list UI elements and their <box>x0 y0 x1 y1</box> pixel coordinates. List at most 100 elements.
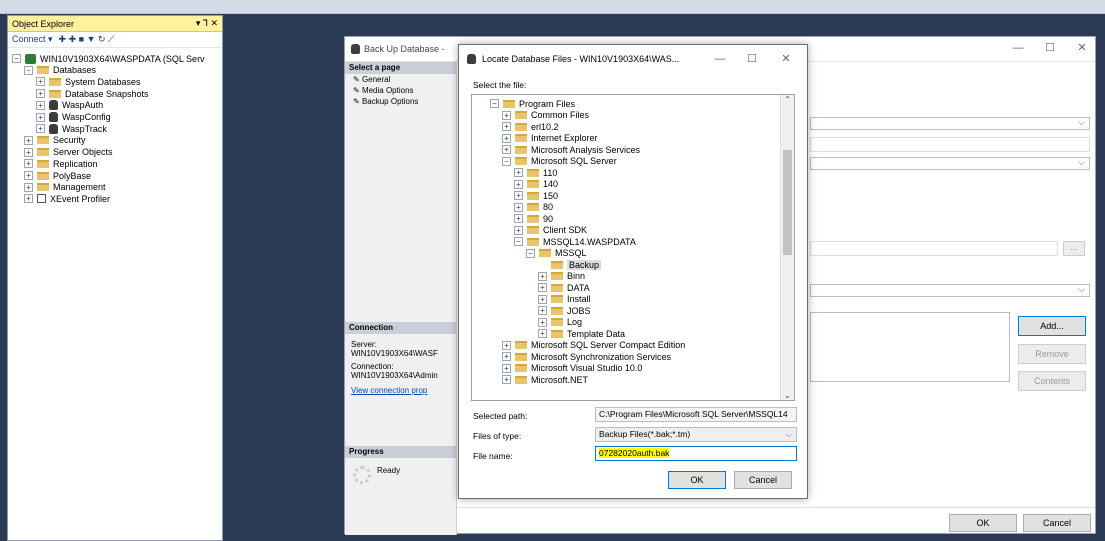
expand-icon[interactable]: + <box>514 202 523 212</box>
expand-icon[interactable]: + <box>502 133 511 143</box>
expand-icon[interactable]: + <box>24 194 33 204</box>
backup-name-field[interactable] <box>810 241 1058 256</box>
files-of-type-select[interactable]: Backup Files(*.bak;*.tm) ⌵ <box>595 427 797 442</box>
locate-ok-button[interactable]: OK <box>668 471 726 489</box>
expand-icon[interactable]: + <box>538 329 547 338</box>
scroll-thumb[interactable] <box>783 150 792 255</box>
expand-icon[interactable]: + <box>538 294 547 304</box>
folder-label: JOBS <box>567 305 591 316</box>
expand-icon[interactable]: + <box>24 159 33 169</box>
expand-icon[interactable]: + <box>502 145 511 154</box>
folder-icon <box>527 214 539 223</box>
minimize-button[interactable]: — <box>1005 37 1031 59</box>
page-media-options[interactable]: ✎ Media Options <box>345 85 456 96</box>
folder-label: Microsoft SQL Server <box>531 156 617 166</box>
scroll-up-icon[interactable]: ⌃ <box>781 95 794 104</box>
expand-icon[interactable]: + <box>24 135 33 145</box>
expand-icon[interactable]: + <box>514 168 523 177</box>
expand-icon[interactable]: + <box>538 283 547 292</box>
browse-button[interactable]: ... <box>1063 241 1085 256</box>
object-explorer-title: Object Explorer <box>12 18 75 29</box>
collapse-icon[interactable]: − <box>502 156 511 166</box>
expand-icon[interactable]: + <box>502 375 511 384</box>
folder-label: MSSQL14.WASPDATA <box>543 236 636 247</box>
expand-icon[interactable]: + <box>36 89 45 99</box>
folder-icon <box>551 283 563 292</box>
tree-node-label: Replication <box>53 158 98 169</box>
collapse-icon[interactable]: − <box>526 248 535 258</box>
panel-pin-close-icons[interactable]: ▾ ⅂ ✕ <box>196 18 218 29</box>
file-tree[interactable]: − Program Files + Common Files + erl10.2 + Inte… <box>471 94 795 401</box>
expand-icon[interactable]: + <box>36 124 45 134</box>
expand-icon[interactable]: + <box>24 171 33 180</box>
connection-info: Server: WIN10V1903X64\WASF Connection: W… <box>351 340 438 395</box>
collapse-icon[interactable]: − <box>24 65 33 75</box>
folder-icon <box>515 145 527 154</box>
expand-icon[interactable]: + <box>514 225 523 235</box>
backup-dropdown-2[interactable] <box>810 157 1090 170</box>
expand-icon[interactable]: + <box>36 77 45 87</box>
backup-dropdown-1[interactable] <box>810 117 1090 130</box>
toolbar-icons[interactable]: ✚ ✚ ■ ▼ ↻ ⟋ <box>59 34 115 45</box>
object-explorer-toolbar: Connect ▾ ✚ ✚ ■ ▼ ↻ ⟋ <box>8 32 222 48</box>
add-button[interactable]: Add... <box>1018 316 1086 336</box>
maximize-button[interactable]: ☐ <box>1037 37 1063 59</box>
page-general[interactable]: ✎ General <box>345 74 456 85</box>
contents-button[interactable]: Contents <box>1018 371 1086 391</box>
connection-label: Connection: <box>351 362 394 371</box>
server-label: Server: <box>351 340 377 349</box>
expand-icon[interactable]: + <box>514 179 523 189</box>
close-button[interactable]: ✕ <box>1069 37 1095 59</box>
locate-close-button[interactable]: ✕ <box>773 48 799 70</box>
expand-icon[interactable]: + <box>538 306 547 315</box>
expand-icon[interactable]: + <box>538 317 547 327</box>
database-icon <box>49 100 58 111</box>
folder-label: 110 <box>543 167 558 178</box>
tree-node-label: WaspTrack <box>62 123 107 134</box>
folder-tree-item[interactable]: + Microsoft.NET <box>502 373 588 386</box>
expand-icon[interactable]: + <box>514 214 523 223</box>
folder-label: Microsoft SQL Server Compact Edition <box>531 340 686 350</box>
collapse-icon[interactable]: − <box>514 237 523 246</box>
select-page-header: Select a page <box>345 62 456 74</box>
expand-icon[interactable]: + <box>24 182 33 192</box>
database-icon <box>351 44 360 54</box>
expand-icon[interactable]: + <box>36 100 45 110</box>
expand-icon[interactable]: + <box>502 110 511 120</box>
locate-database-files-dialog: Locate Database Files - WIN10V1903X64\WA… <box>458 44 808 499</box>
folder-icon <box>551 272 563 280</box>
select-file-label: Select the file: <box>473 80 527 90</box>
folder-label: Microsoft.NET <box>531 374 589 385</box>
backup-ok-button[interactable]: OK <box>949 514 1017 532</box>
collapse-icon[interactable]: − <box>12 54 21 63</box>
page-backup-options[interactable]: ✎ Backup Options <box>345 96 456 107</box>
destination-list[interactable] <box>810 312 1010 382</box>
expand-icon[interactable]: + <box>502 340 511 350</box>
folder-label: Client SDK <box>543 225 588 235</box>
expand-icon[interactable]: + <box>502 122 511 131</box>
remove-button[interactable]: Remove <box>1018 344 1086 364</box>
connect-button[interactable]: Connect ▾ <box>12 34 53 45</box>
expand-icon[interactable]: + <box>36 112 45 122</box>
locate-maximize-button[interactable]: ☐ <box>739 48 765 70</box>
expand-icon[interactable]: + <box>502 363 511 373</box>
expand-icon[interactable]: + <box>514 191 523 200</box>
folder-icon <box>515 122 527 131</box>
scroll-down-icon[interactable]: ⌄ <box>781 391 794 400</box>
locate-cancel-button[interactable]: Cancel <box>734 471 792 489</box>
backup-cancel-button[interactable]: Cancel <box>1023 514 1091 532</box>
expand-icon[interactable]: + <box>538 271 547 281</box>
tree-scrollbar[interactable]: ⌃ ⌄ <box>780 95 794 400</box>
collapse-icon[interactable]: − <box>490 99 499 108</box>
folder-icon <box>551 295 563 303</box>
expand-icon[interactable]: + <box>502 352 511 361</box>
backup-dropdown-3[interactable] <box>810 284 1090 297</box>
file-name-input[interactable]: 07282020auth.bak <box>595 446 797 461</box>
selected-path-field[interactable]: C:\Program Files\Microsoft SQL Server\MS… <box>595 407 797 422</box>
folder-icon <box>527 237 539 246</box>
locate-minimize-button[interactable]: — <box>707 48 733 70</box>
folder-icon <box>37 136 49 145</box>
expand-icon[interactable]: + <box>24 147 33 157</box>
tree-node[interactable]: + XEvent Profiler <box>24 192 110 205</box>
view-connection-properties-link[interactable]: View connection prop <box>351 386 438 395</box>
